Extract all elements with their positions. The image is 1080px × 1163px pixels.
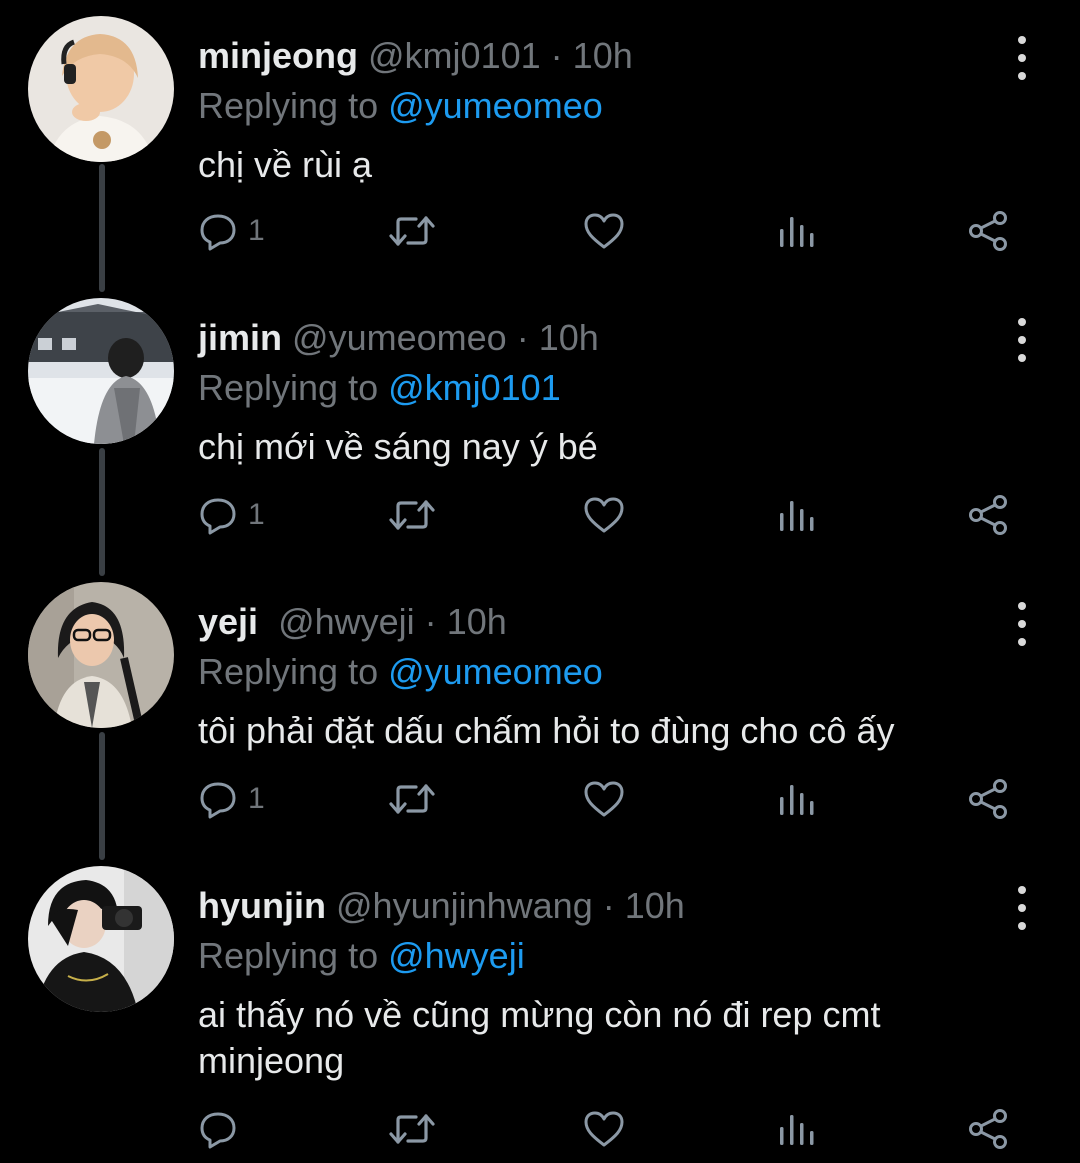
like-button[interactable] [582, 774, 626, 824]
like-button[interactable] [582, 490, 626, 540]
share-icon [969, 779, 1007, 819]
tweet-header: hyunjin @hyunjinhwang · 10h [198, 884, 685, 928]
share-button[interactable] [966, 490, 1010, 540]
retweet-icon [389, 500, 435, 530]
reply-icon [200, 498, 236, 535]
retweet-icon [389, 1114, 435, 1144]
retweet-button[interactable] [386, 206, 438, 256]
display-name[interactable]: yeji [198, 601, 258, 642]
replying-to-label: Replying to [198, 651, 389, 692]
replying-to: Replying to @yumeomeo [198, 84, 603, 128]
tweet-actions [0, 1104, 1080, 1154]
user-handle[interactable]: @hyunjinhwang [336, 885, 593, 926]
tweet-header: jimin @yumeomeo · 10h [198, 316, 599, 360]
tweet-text: ai thấy nó về cũng mừng còn nó đi rep cm… [198, 994, 881, 1081]
like-icon [584, 213, 624, 249]
replying-to: Replying to @yumeomeo [198, 650, 603, 694]
timestamp[interactable]: 10h [573, 35, 633, 76]
replying-to-mention[interactable]: @hwyeji [388, 935, 525, 976]
timestamp[interactable]: 10h [539, 317, 599, 358]
like-icon [584, 781, 624, 817]
reply-icon [200, 782, 236, 819]
views-icon [780, 1115, 814, 1145]
display-name[interactable]: minjeong [198, 35, 358, 76]
more-icon[interactable] [1004, 318, 1040, 362]
views-icon [780, 785, 814, 815]
views-button[interactable] [776, 490, 816, 540]
tweet-text: chị mới về sáng nay ý bé [198, 426, 598, 467]
share-button[interactable] [966, 1104, 1010, 1154]
timestamp[interactable]: 10h [447, 601, 507, 642]
like-button[interactable] [582, 1104, 626, 1154]
more-icon[interactable] [1004, 602, 1040, 646]
retweet-icon [389, 784, 435, 814]
tweet-text: chị về rùi ạ [198, 144, 373, 185]
views-button[interactable] [776, 1104, 816, 1154]
share-icon [969, 495, 1007, 535]
share-icon [969, 211, 1007, 251]
tweet-actions: 1 [0, 774, 1080, 824]
display-name[interactable]: hyunjin [198, 885, 326, 926]
replying-to-mention[interactable]: @yumeomeo [388, 651, 603, 692]
views-icon [780, 501, 814, 531]
separator: · [602, 885, 615, 926]
replying-to-label: Replying to [198, 85, 389, 126]
timestamp[interactable]: 10h [625, 885, 685, 926]
like-icon [584, 1111, 624, 1147]
like-button[interactable] [582, 206, 626, 256]
reply-button[interactable]: 1 [198, 206, 265, 256]
tweet-header: yeji @hwyeji · 10h [198, 600, 507, 644]
tweet-header: minjeong @kmj0101 · 10h [198, 34, 633, 78]
like-icon [584, 497, 624, 533]
retweet-icon [389, 216, 435, 246]
reply-button[interactable]: 1 [198, 774, 265, 824]
separator: · [424, 601, 437, 642]
reply-icon [200, 214, 236, 251]
reply-button[interactable]: 1 [198, 490, 265, 540]
tweet-actions: 1 [0, 490, 1080, 540]
user-handle[interactable]: @yumeomeo [292, 317, 507, 358]
replying-to: Replying to @kmj0101 [198, 366, 561, 410]
separator: · [516, 317, 529, 358]
replying-to-label: Replying to [198, 935, 389, 976]
reply-count: 1 [248, 214, 265, 247]
retweet-button[interactable] [386, 490, 438, 540]
share-button[interactable] [966, 206, 1010, 256]
replying-to-label: Replying to [198, 367, 389, 408]
avatar[interactable] [28, 582, 174, 728]
more-icon[interactable] [1004, 36, 1040, 80]
tweet-actions: 1 [0, 206, 1080, 256]
retweet-button[interactable] [386, 774, 438, 824]
user-handle[interactable]: @kmj0101 [368, 35, 541, 76]
avatar[interactable] [28, 866, 174, 1012]
avatar[interactable] [28, 298, 174, 444]
views-icon [780, 217, 814, 247]
replying-to-mention[interactable]: @kmj0101 [388, 367, 561, 408]
retweet-button[interactable] [386, 1104, 438, 1154]
reply-button[interactable] [198, 1104, 248, 1154]
separator: · [550, 35, 563, 76]
more-icon[interactable] [1004, 886, 1040, 930]
replying-to-mention[interactable]: @yumeomeo [388, 85, 603, 126]
reply-count: 1 [248, 782, 265, 815]
user-handle[interactable]: @hwyeji [278, 601, 415, 642]
views-button[interactable] [776, 206, 816, 256]
views-button[interactable] [776, 774, 816, 824]
tweet-text: tôi phải đặt dấu chấm hỏi to đùng cho cô… [198, 710, 895, 751]
avatar[interactable] [28, 16, 174, 162]
share-icon [969, 1109, 1007, 1149]
replying-to: Replying to @hwyeji [198, 934, 525, 978]
reply-count: 1 [248, 498, 265, 531]
share-button[interactable] [966, 774, 1010, 824]
reply-icon [200, 1112, 236, 1149]
display-name[interactable]: jimin [198, 317, 282, 358]
